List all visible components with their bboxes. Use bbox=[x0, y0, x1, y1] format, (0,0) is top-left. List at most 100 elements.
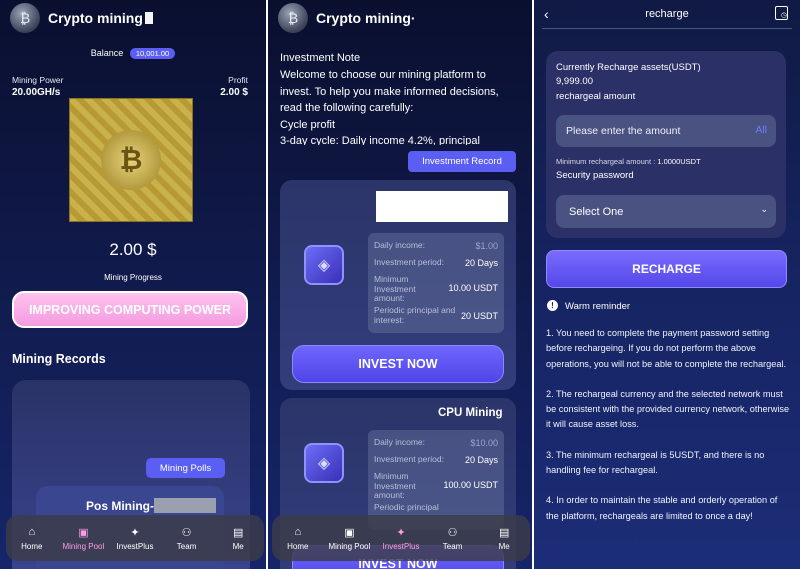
chip-icon: ▣ bbox=[78, 526, 89, 539]
tab-home-label: Home bbox=[21, 541, 43, 551]
mining-illustration: ₿ bbox=[69, 98, 193, 222]
daily-income-label: Daily income: bbox=[374, 240, 426, 250]
tab-mining-pool[interactable]: ▣ Mining Pool bbox=[58, 526, 110, 551]
minimum-investment-value: 100.00 USDT bbox=[443, 480, 498, 490]
team-icon: ⚇ bbox=[181, 526, 192, 539]
chip-icon: ▣ bbox=[344, 526, 355, 539]
mining-power-value: 20.00GH/s bbox=[12, 87, 61, 98]
redaction-mask bbox=[376, 191, 508, 222]
note-line: Welcome to choose our mining platform to bbox=[280, 69, 486, 81]
minimum-amount-value: 1.0000USDT bbox=[657, 157, 701, 166]
tab-home-label: Home bbox=[287, 541, 309, 551]
tab-team-label: Team bbox=[176, 541, 197, 551]
tab-mining-pool-label: Mining Pool bbox=[62, 541, 105, 551]
lightbulb-icon: ✦ bbox=[130, 526, 140, 539]
home-icon: ⌂ bbox=[294, 525, 302, 538]
lightbulb-icon: ✦ bbox=[396, 526, 406, 539]
balance-label: Balance bbox=[90, 48, 124, 58]
select-value: Select One bbox=[569, 205, 624, 218]
chip-icon: ◈ bbox=[304, 443, 344, 483]
app-header: ₿ Crypto mining bbox=[10, 3, 153, 33]
recharge-screen: ‹ recharge ◷ Currently Recharge assets(U… bbox=[534, 0, 800, 569]
history-icon[interactable]: ◷ bbox=[775, 6, 788, 20]
page-title: recharge bbox=[645, 8, 689, 20]
investment-period-label: Investment period: bbox=[374, 454, 444, 464]
tab-home[interactable]: ⌂ Home bbox=[272, 526, 324, 551]
home-icon: ⌂ bbox=[28, 525, 36, 538]
investment-record-button[interactable]: Investment Record bbox=[408, 151, 516, 172]
tab-team[interactable]: ⚇ Team bbox=[161, 526, 213, 551]
amount-placeholder: Please enter the amount bbox=[566, 125, 681, 137]
bitcoin-icon: ₿ bbox=[101, 130, 161, 190]
tab-home[interactable]: ⌂ Home bbox=[6, 526, 58, 551]
periodic-principal-label: Periodic principal and interest: bbox=[374, 305, 456, 325]
all-link[interactable]: All bbox=[755, 124, 767, 136]
daily-income-row: Daily income: $1.00 bbox=[374, 240, 498, 251]
balance-badge: 10,001.00 bbox=[129, 48, 176, 59]
app-header: ₿ Crypto mining· bbox=[278, 3, 416, 33]
rule-item: 2. The rechargeal currency and the selec… bbox=[546, 388, 790, 430]
product-name: CPU Mining bbox=[438, 407, 503, 419]
wallet-icon: ▤ bbox=[232, 526, 244, 539]
amount-input[interactable]: Please enter the amount All bbox=[556, 115, 776, 147]
daily-income-value: $10.00 bbox=[470, 438, 498, 448]
investment-period-row: Investment period: 20 Days bbox=[374, 454, 498, 465]
daily-income-value: $1.00 bbox=[475, 241, 498, 251]
tab-me[interactable]: ▤ Me bbox=[212, 526, 264, 551]
recharge-header: ‹ recharge ◷ bbox=[534, 0, 800, 28]
periodic-principal-row: Periodic principal bbox=[374, 502, 498, 513]
tab-me-label: Me bbox=[232, 541, 244, 551]
tab-investplus-label: InvestPlus bbox=[382, 541, 420, 551]
periodic-principal-label: Periodic principal bbox=[374, 502, 439, 512]
minimum-investment-label: Minimum Investment amount: bbox=[374, 471, 416, 500]
reminder-rules: 1. You need to complete the payment pass… bbox=[546, 326, 791, 539]
tab-mining-pool[interactable]: ▣ Mining Pool bbox=[324, 526, 376, 551]
mining-records-title: Mining Records bbox=[12, 352, 106, 366]
chevron-down-icon: ⌄ bbox=[760, 204, 768, 214]
minimum-investment-row: Minimum Investment amount: 100.00 USDT bbox=[374, 471, 498, 501]
security-password-select[interactable]: Select One ⌄ bbox=[556, 195, 776, 228]
amount-label: rechargeal amount bbox=[556, 91, 636, 102]
team-icon: ⚇ bbox=[447, 526, 458, 539]
rule-item: 1. You need to complete the payment pass… bbox=[546, 328, 787, 369]
invest-now-button[interactable]: INVEST NOW bbox=[292, 345, 504, 383]
assets-label: Currently Recharge assets(USDT) bbox=[556, 62, 701, 73]
investment-period-value: 20 Days bbox=[464, 455, 498, 465]
tab-investplus-label: InvestPlus bbox=[116, 541, 154, 551]
bottom-tab-bar: ⌂ Home ▣ Mining Pool ✦ InvestPlus ⚇ Team… bbox=[6, 515, 264, 561]
assets-value: 9,999.00 bbox=[556, 76, 593, 87]
product-info-box: Daily income: $1.00 Investment period: 2… bbox=[368, 233, 504, 333]
investment-period-row: Investment period: 20 Days bbox=[374, 257, 498, 268]
investment-period-label: Investment period: bbox=[374, 257, 444, 267]
investment-screen: ₿ Crypto mining· Investment Note Welcome… bbox=[268, 0, 532, 569]
mining-polls-button[interactable]: Mining Polls bbox=[146, 458, 225, 478]
tab-mining-pool-label: Mining Pool bbox=[328, 541, 371, 551]
minimum-investment-value: 10.00 USDT bbox=[448, 283, 498, 293]
improve-computing-power-button[interactable]: IMPROVING COMPUTING POWER bbox=[12, 291, 248, 328]
note-line: Cycle profit bbox=[280, 118, 336, 131]
tab-investplus[interactable]: ✦ InvestPlus bbox=[109, 526, 161, 551]
tab-investplus[interactable]: ✦ InvestPlus bbox=[375, 526, 427, 551]
periodic-principal-row: Periodic principal and interest: 20 USDT bbox=[374, 305, 498, 325]
investment-period-value: 20 Days bbox=[464, 258, 498, 268]
tab-team-label: Team bbox=[442, 541, 463, 551]
recharge-button[interactable]: RECHARGE bbox=[546, 250, 787, 288]
tab-me[interactable]: ▤ Me bbox=[478, 526, 530, 551]
investment-note-body: Welcome to choose our mining platform to… bbox=[280, 67, 520, 145]
rule-item: 3. The minimum rechargeal is 5USDT, and … bbox=[546, 449, 765, 476]
wallet-icon: ▤ bbox=[498, 526, 510, 539]
app-logo-icon: ₿ bbox=[278, 3, 308, 33]
note-line: invest. To help you make informed decisi… bbox=[280, 85, 499, 98]
mining-screen: ₿ Crypto mining Balance 10,001.00 Mining… bbox=[0, 0, 266, 569]
pos-mining-title: Pos Mining- bbox=[86, 499, 154, 513]
daily-income-label: Daily income: bbox=[374, 437, 426, 447]
app-logo-icon: ₿ bbox=[10, 3, 40, 33]
security-password-label: Security password bbox=[556, 170, 634, 181]
header-divider bbox=[542, 28, 792, 29]
minimum-investment-label: Minimum Investment amount: bbox=[374, 274, 416, 303]
profit-value: 2.00 $ bbox=[220, 87, 248, 98]
investment-note-title: Investment Note bbox=[280, 52, 361, 64]
tab-team[interactable]: ⚇ Team bbox=[427, 526, 479, 551]
app-title: Crypto mining bbox=[48, 10, 143, 26]
app-title: Crypto mining· bbox=[316, 10, 416, 26]
